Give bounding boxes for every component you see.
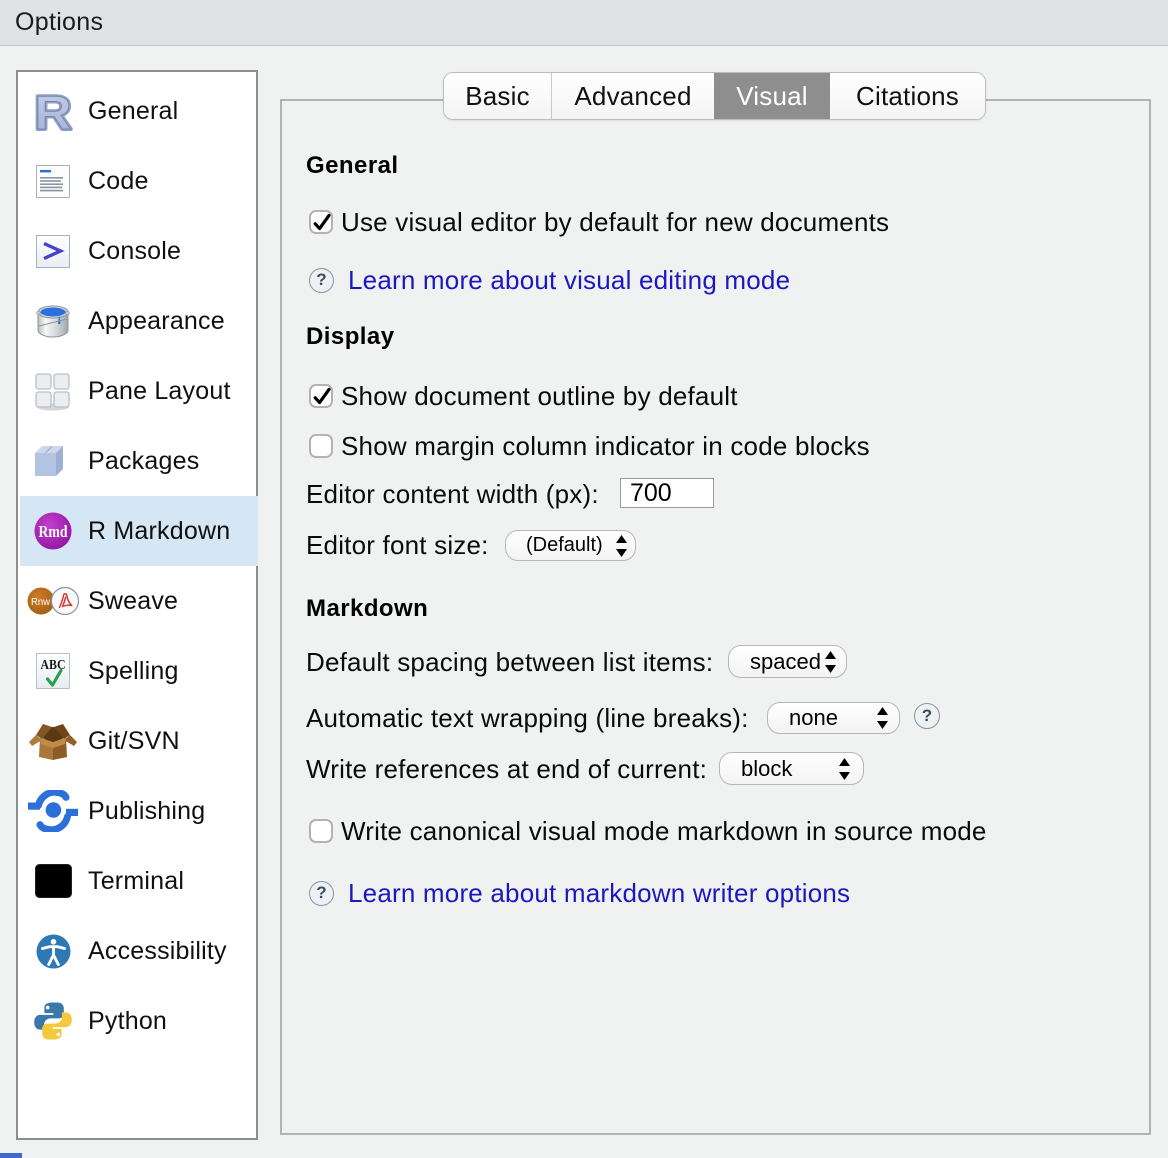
svg-text:R: R: [34, 91, 71, 131]
svg-text:Rnw: Rnw: [31, 596, 50, 608]
svg-text:Rmd: Rmd: [39, 522, 68, 541]
